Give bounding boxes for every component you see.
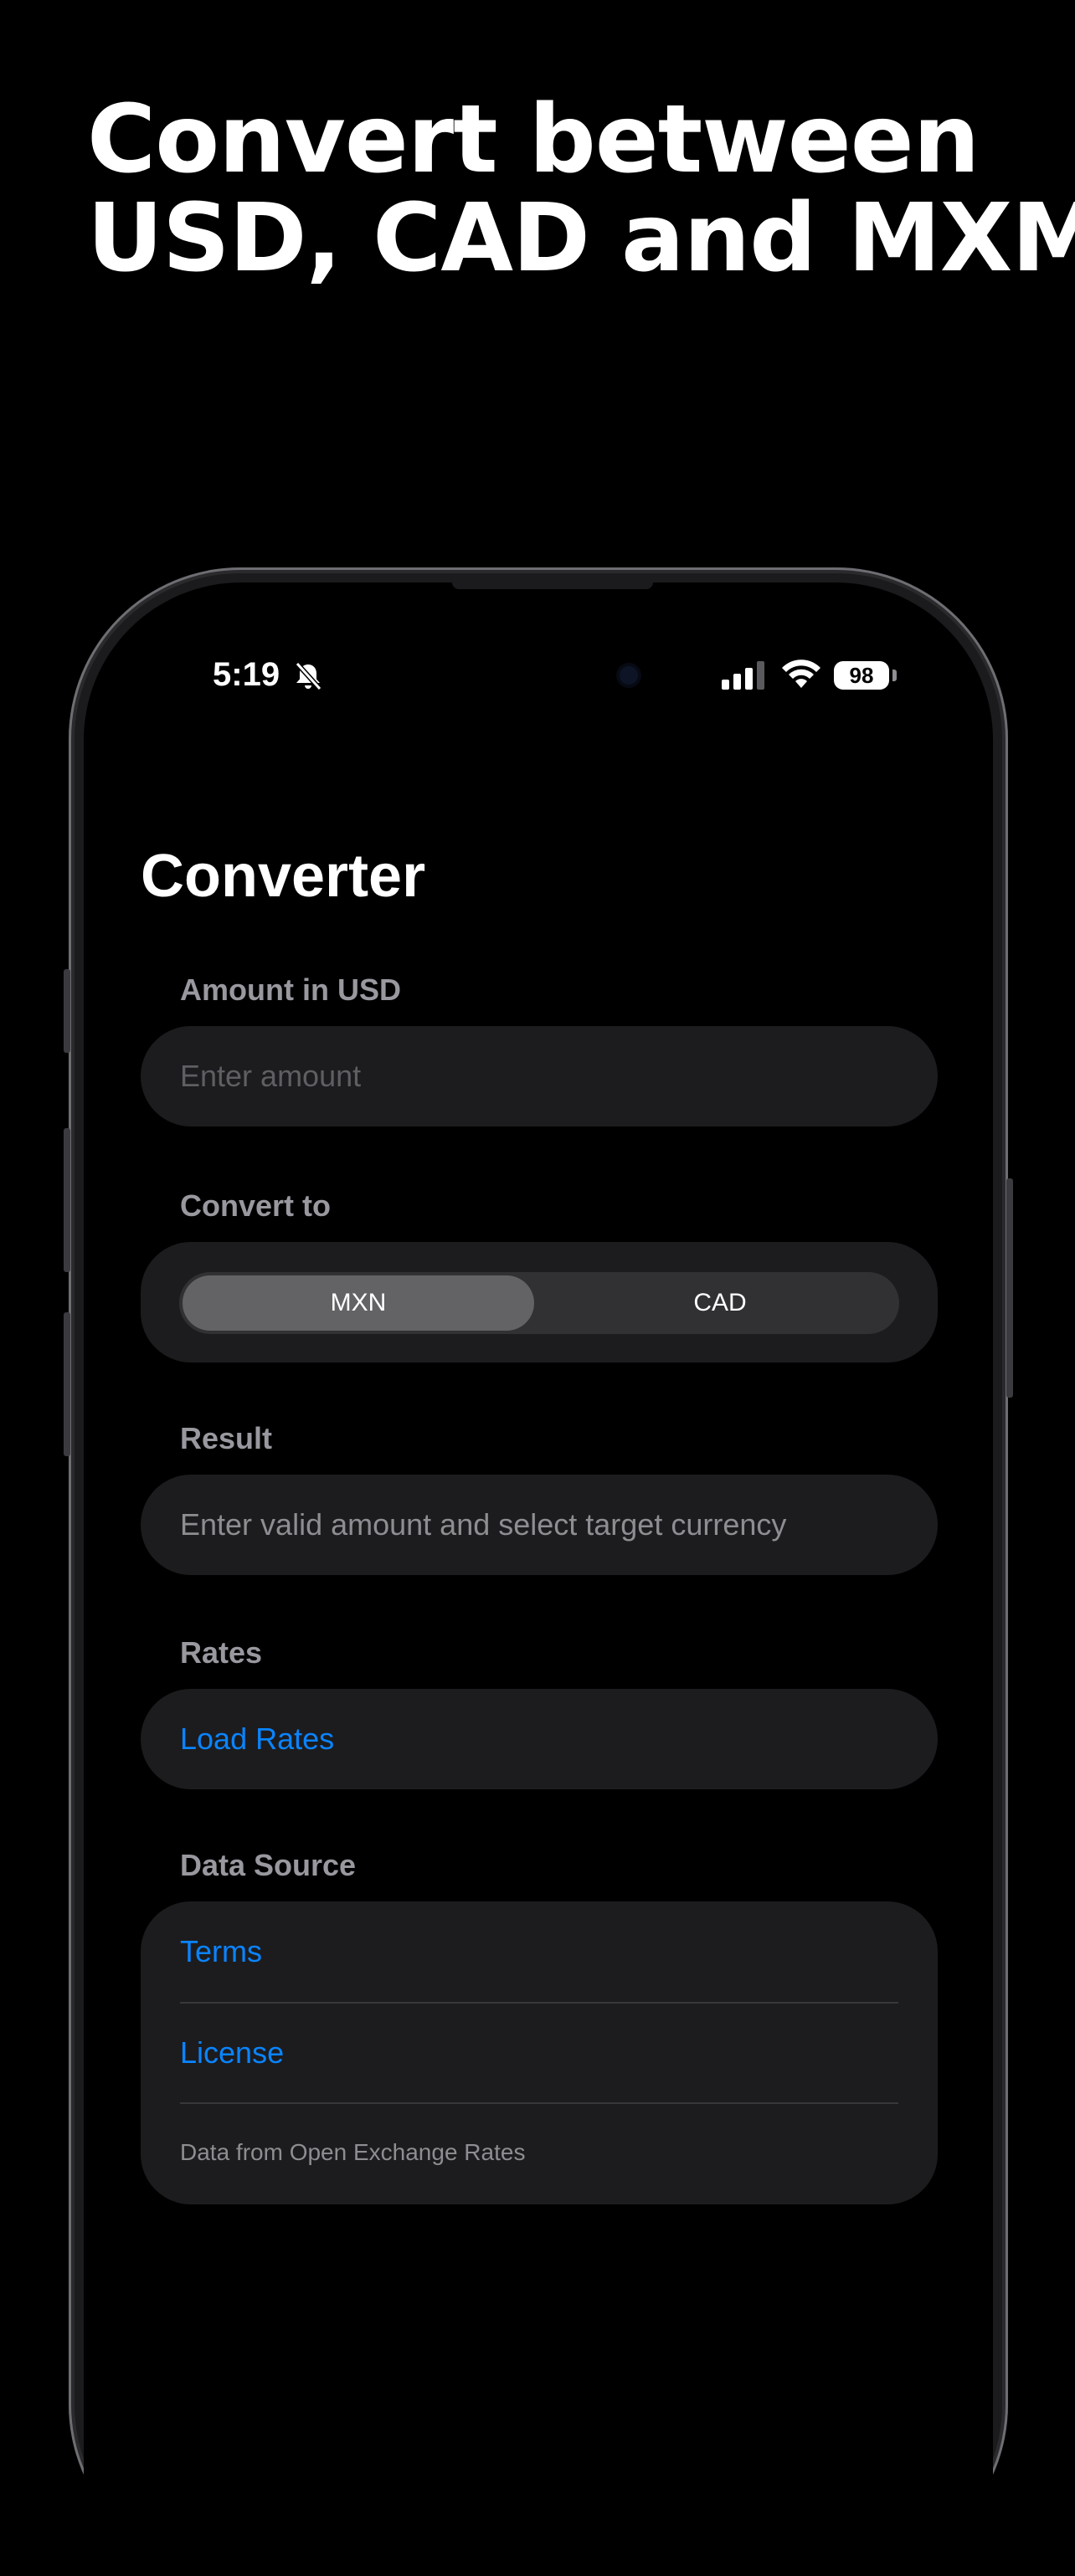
- segment-mxn-label: MXN: [330, 1289, 387, 1316]
- segment-cad-label: CAD: [693, 1289, 747, 1316]
- bell-slash-icon: [295, 661, 322, 691]
- front-camera: [620, 666, 638, 685]
- power-button: [1006, 1178, 1013, 1398]
- terms-link[interactable]: Terms: [180, 1901, 262, 2002]
- battery-level: 98: [849, 663, 874, 688]
- currency-segmented-control: MXN CAD: [179, 1272, 899, 1334]
- result-label: Result: [180, 1421, 273, 1455]
- amount-card: [141, 1026, 938, 1126]
- rates-label: Rates: [180, 1635, 263, 1670]
- segment-mxn[interactable]: MXN: [183, 1275, 534, 1331]
- data-source-label: Data Source: [180, 1848, 357, 1882]
- result-text: Enter valid amount and select target cur…: [180, 1507, 787, 1542]
- headline-line-1: Convert between: [87, 85, 980, 194]
- phone-screen: 5:19 98 Converter Amount in USD Enter am…: [84, 582, 993, 2576]
- data-source-footnote: Data from Open Exchange Rates: [180, 2139, 526, 2165]
- divider: [180, 2102, 898, 2104]
- segment-cad[interactable]: CAD: [544, 1275, 896, 1331]
- divider: [180, 2002, 898, 2004]
- rates-card: Load Rates: [141, 1689, 938, 1789]
- page-title: Converter: [141, 843, 426, 910]
- volume-down-button: [64, 1312, 70, 1456]
- volume-up-button: [64, 1128, 70, 1272]
- battery-tip: [892, 670, 897, 681]
- amount-input[interactable]: [141, 1026, 938, 1126]
- signal-icon: [722, 661, 764, 690]
- status-bar: 5:19 98: [84, 582, 993, 700]
- headline: Convert between USD, CAD and MXM: [87, 90, 1075, 288]
- convert-to-label: Convert to: [180, 1188, 331, 1223]
- load-rates-button[interactable]: Load Rates: [180, 1689, 334, 1789]
- headline-line-2: USD, CAD and MXM: [87, 184, 1075, 293]
- convert-to-card: MXN CAD: [141, 1242, 938, 1362]
- result-card: Enter valid amount and select target cur…: [141, 1475, 938, 1575]
- data-source-card: Terms License Data from Open Exchange Ra…: [141, 1901, 938, 2204]
- amount-label: Amount in USD: [180, 972, 401, 1007]
- battery-icon: 98: [834, 661, 889, 690]
- action-button: [64, 969, 70, 1053]
- license-link[interactable]: License: [180, 2004, 284, 2102]
- wifi-icon: [782, 659, 820, 688]
- phone-frame: 5:19 98 Converter Amount in USD Enter am…: [64, 567, 1013, 2576]
- status-time: 5:19: [213, 656, 280, 693]
